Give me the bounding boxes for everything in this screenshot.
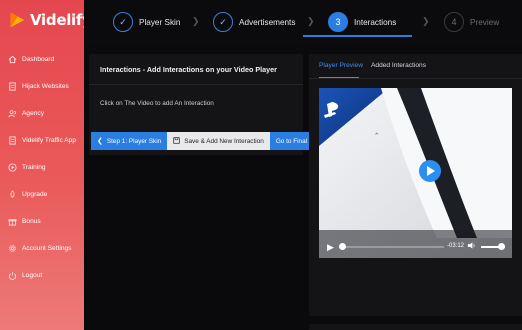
sidebar-item-videlify-traffic-app[interactable]: Videlify Traffic App bbox=[0, 127, 84, 154]
tab-added-interactions[interactable]: Added Interactions bbox=[371, 62, 426, 69]
preview-tabs: Player Preview Added Interactions bbox=[309, 54, 522, 80]
sidebar-item-label: Videlify Traffic App bbox=[22, 137, 77, 144]
volume-icon[interactable] bbox=[467, 241, 476, 252]
gear-icon bbox=[8, 244, 17, 253]
sidebar-nav: Dashboard Hijack Websites Agency Videlif… bbox=[0, 46, 84, 289]
sidebar-item-logout[interactable]: Logout bbox=[0, 262, 84, 289]
brand-name: Videlify bbox=[30, 11, 92, 29]
lower-panel-edge bbox=[309, 324, 522, 330]
document-icon bbox=[8, 136, 17, 145]
step-label: Preview bbox=[470, 17, 500, 27]
preview-panel: Player Preview Added Interactions ‸ ▶ -0… bbox=[309, 54, 522, 316]
panel-hint: Click on The Video to add An Interaction bbox=[100, 100, 214, 107]
logo-play-icon bbox=[10, 12, 25, 28]
document-icon bbox=[8, 82, 17, 91]
sidebar-item-label: Upgrade bbox=[22, 191, 48, 198]
step-label: Interactions bbox=[354, 17, 397, 27]
tab-player-preview[interactable]: Player Preview bbox=[319, 62, 363, 69]
sidebar-item-label: Bonus bbox=[22, 218, 41, 225]
player-controls: ▶ -03:12 bbox=[319, 236, 512, 258]
chevron-right-icon: ❯ bbox=[192, 16, 200, 26]
step-interactions[interactable]: 3 Interactions bbox=[328, 11, 396, 33]
save-add-interaction-button[interactable]: Save & Add New Interaction bbox=[167, 132, 270, 150]
sidebar-item-upgrade[interactable]: Upgrade bbox=[0, 181, 84, 208]
video-player[interactable]: ‸ ▶ -03:12 bbox=[319, 88, 512, 258]
sidebar-item-label: Training bbox=[22, 164, 46, 171]
sidebar-item-label: Agency bbox=[22, 110, 44, 117]
step-player-skin[interactable]: ✓ Player Skin bbox=[113, 11, 180, 33]
action-buttons: ❮ Step 1: Player Skin Save & Add New Int… bbox=[91, 132, 332, 150]
sidebar-item-label: Hijack Websites bbox=[22, 83, 69, 90]
sidebar: Videlify Dashboard Hijack Websites Agenc… bbox=[0, 0, 92, 330]
check-icon: ✓ bbox=[113, 12, 133, 32]
step-number: 3 bbox=[328, 12, 348, 32]
sidebar-item-hijack-websites[interactable]: Hijack Websites bbox=[0, 73, 84, 100]
stepper-bar: ✓ Player Skin ❯ ✓ Advertisements ❯ 3 Int… bbox=[84, 0, 522, 46]
gift-icon bbox=[8, 217, 17, 226]
step-preview[interactable]: 4 Preview bbox=[444, 11, 499, 33]
volume-thumb[interactable] bbox=[498, 243, 506, 250]
save-icon bbox=[173, 136, 180, 146]
power-icon bbox=[8, 271, 17, 280]
check-icon: ✓ bbox=[213, 12, 233, 32]
chevron-right-icon: ❯ bbox=[307, 16, 315, 26]
button-label: Save & Add New Interaction bbox=[184, 137, 264, 145]
time-remaining: -03:12 bbox=[447, 243, 465, 249]
panel-title: Interactions - Add Interactions on your … bbox=[100, 65, 277, 74]
interactions-panel: Interactions - Add Interactions on your … bbox=[89, 54, 332, 155]
chevron-left-icon: ❮ bbox=[97, 138, 103, 145]
play-icon[interactable]: ▶ bbox=[327, 242, 334, 252]
sidebar-item-label: Logout bbox=[22, 272, 43, 279]
users-icon bbox=[8, 109, 17, 118]
rocket-icon bbox=[8, 190, 17, 199]
active-step-indicator bbox=[303, 35, 412, 37]
sidebar-item-dashboard[interactable]: Dashboard bbox=[0, 46, 84, 73]
button-label: Step 1: Player Skin bbox=[106, 137, 162, 145]
progress-thumb[interactable] bbox=[339, 243, 347, 250]
video-frame: ‸ bbox=[319, 88, 512, 258]
home-icon bbox=[8, 55, 17, 64]
divider bbox=[89, 84, 303, 85]
brand-logo[interactable]: Videlify bbox=[8, 8, 92, 32]
progress-track[interactable] bbox=[340, 246, 444, 248]
sidebar-item-label: Account Settings bbox=[22, 245, 72, 252]
play-circle-icon bbox=[8, 163, 17, 172]
chevron-right-icon: ❯ bbox=[422, 16, 430, 26]
step-label: Advertisements bbox=[239, 17, 296, 27]
sidebar-item-agency[interactable]: Agency bbox=[0, 100, 84, 127]
back-to-player-skin-button[interactable]: ❮ Step 1: Player Skin bbox=[91, 132, 168, 150]
sidebar-item-label: Dashboard bbox=[22, 56, 55, 63]
sidebar-item-training[interactable]: Training bbox=[0, 154, 84, 181]
step-advertisements[interactable]: ✓ Advertisements bbox=[213, 11, 295, 33]
step-number: 4 bbox=[444, 12, 464, 32]
divider bbox=[309, 78, 522, 79]
sidebar-item-bonus[interactable]: Bonus bbox=[0, 208, 84, 235]
step-label: Player Skin bbox=[139, 17, 181, 27]
sidebar-item-account-settings[interactable]: Account Settings bbox=[0, 235, 84, 262]
big-play-button[interactable] bbox=[419, 160, 441, 182]
